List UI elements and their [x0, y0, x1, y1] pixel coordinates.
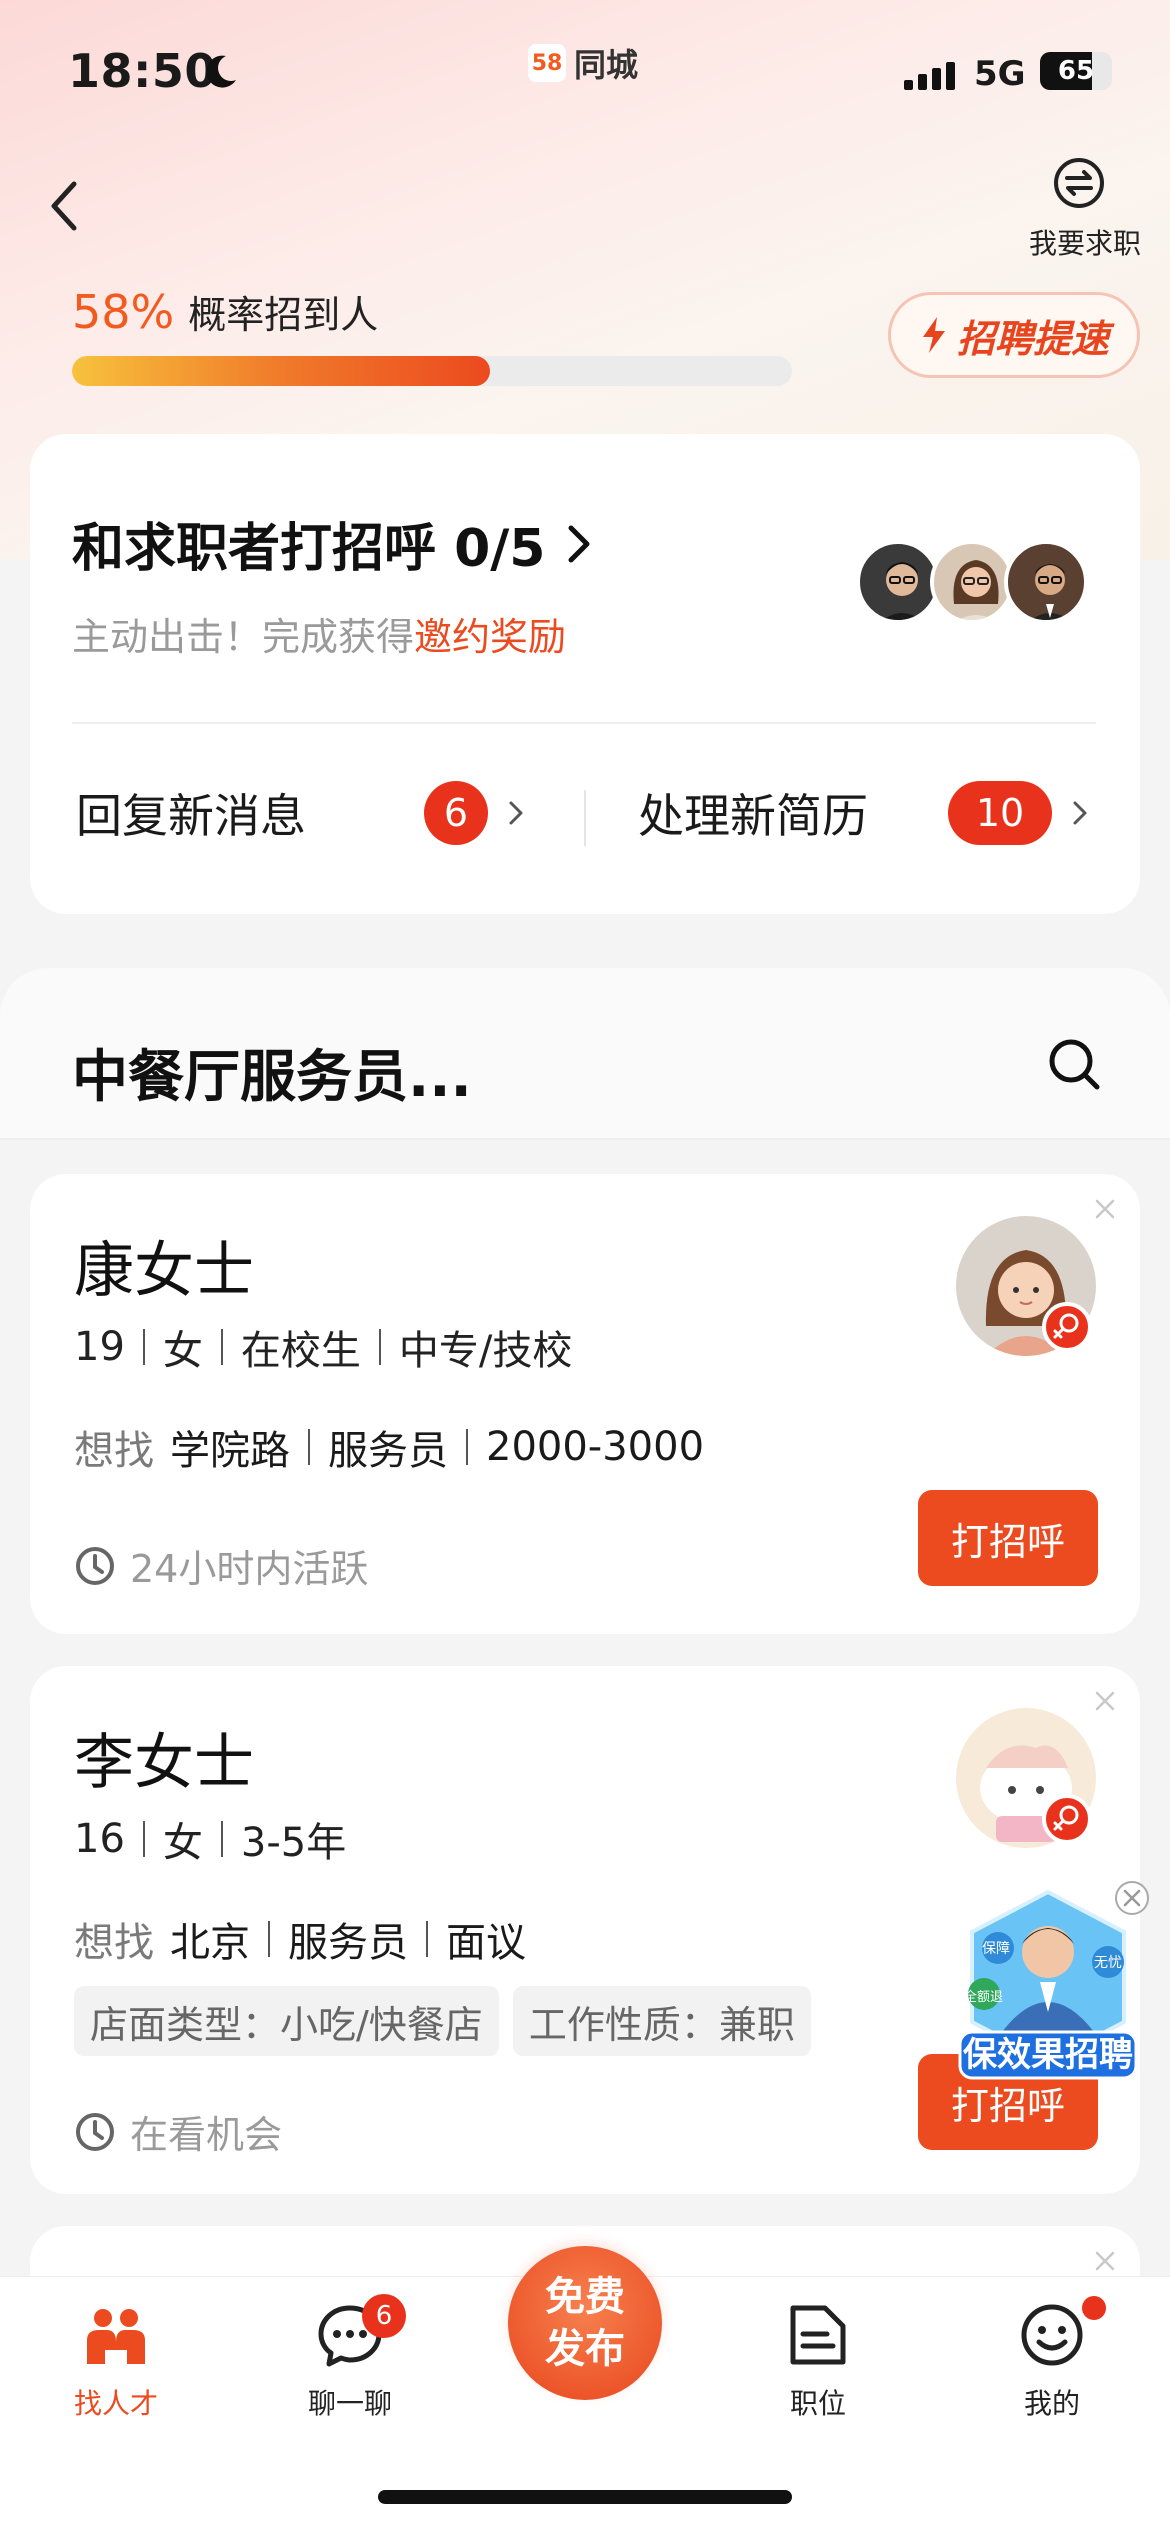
greet-task-subtitle: 主动出击！完成获得邀约奖励: [72, 615, 567, 659]
probability-progress-bar: [72, 356, 792, 386]
close-icon[interactable]: [1112, 1878, 1152, 1918]
female-icon: [1042, 1302, 1092, 1352]
publish-line-1: 免费: [545, 2274, 625, 2320]
battery-level: 65: [1057, 56, 1095, 86]
avatar: [856, 540, 940, 624]
notification-dot: [1082, 2296, 1106, 2320]
tab-find-talent[interactable]: 找人才: [36, 2300, 196, 2422]
new-resumes-label: 处理新简历: [638, 789, 868, 843]
close-icon[interactable]: [1094, 2250, 1116, 2272]
status-time: 18:50: [68, 44, 217, 98]
switch-role-label[interactable]: 我要求职: [1010, 222, 1160, 262]
reward-highlight: 邀约奖励: [414, 615, 567, 659]
chat-unread-badge: 6: [362, 2294, 406, 2338]
candidate-name: 李女士: [74, 1728, 254, 1798]
home-indicator: [378, 2490, 792, 2504]
back-icon[interactable]: [44, 176, 84, 236]
clock-icon: [76, 1546, 114, 1585]
chevron-right-icon: [568, 525, 590, 562]
hire-probability: 58% 概率招到人: [72, 284, 378, 339]
female-icon: [1042, 1794, 1092, 1844]
signal-icon: [904, 62, 955, 90]
network-type: 5G: [974, 54, 1026, 94]
brand: 58 同城: [528, 40, 638, 86]
greet-task-link[interactable]: 和求职者打招呼 0/5: [72, 506, 593, 581]
switch-role-icon[interactable]: [1052, 156, 1106, 210]
new-resumes-link[interactable]: 处理新简历 10: [638, 780, 1090, 846]
candidate-activity: 24小时内活跃: [74, 1538, 368, 1593]
brand-name: 同城: [574, 46, 639, 84]
tag: 工作性质：兼职: [512, 1986, 811, 2056]
avatar: [930, 540, 1014, 624]
speed-up-button[interactable]: 招聘提速: [888, 292, 1140, 378]
tab-profile[interactable]: 我的: [972, 2300, 1132, 2422]
close-icon[interactable]: [1094, 1690, 1116, 1712]
search-icon[interactable]: [1046, 1036, 1102, 1092]
greet-button[interactable]: 打招呼: [918, 1490, 1098, 1586]
close-icon[interactable]: [1094, 1198, 1116, 1220]
jobseeker-avatars: [856, 540, 1096, 624]
battery-icon: 65: [1040, 52, 1112, 90]
tab-label: 聊一聊: [307, 2387, 392, 2420]
tab-positions[interactable]: 职位: [738, 2300, 898, 2422]
row-separator: [584, 790, 586, 846]
lightning-icon: [922, 317, 945, 353]
clock-icon: [76, 2112, 114, 2151]
reply-messages-link[interactable]: 回复新消息 6: [76, 780, 526, 846]
people-icon: [87, 2309, 145, 2364]
free-publish-button[interactable]: 免费 发布: [508, 2246, 662, 2400]
candidate-tags: 店面类型：小吃/快餐店 工作性质：兼职: [74, 1986, 811, 2056]
candidate-preference: 想找 学院路 服务员 2000-3000: [74, 1424, 705, 1474]
probability-progress-fill: [72, 356, 490, 386]
chevron-right-icon: [509, 801, 523, 825]
publish-line-2: 发布: [545, 2326, 625, 2372]
candidate-preference: 想找 北京 服务员 面议: [74, 1920, 526, 1966]
probability-percent: 58%: [72, 285, 175, 339]
card-divider: [72, 722, 1096, 724]
tab-label: 找人才: [73, 2387, 158, 2420]
document-icon: [790, 2305, 846, 2365]
probability-label: 概率招到人: [188, 293, 379, 337]
resume-count-badge: 10: [948, 781, 1052, 845]
smile-icon: [1021, 2304, 1083, 2366]
reply-messages-label: 回复新消息: [76, 789, 306, 843]
avatar: [1004, 540, 1088, 624]
candidate-name: 康女士: [74, 1236, 254, 1306]
reply-count-badge: 6: [424, 781, 488, 845]
tag: 店面类型：小吃/快餐店: [74, 1986, 499, 2056]
candidate-meta: 16 女 3-5年: [74, 1816, 347, 1866]
tab-label: 我的: [1023, 2387, 1080, 2420]
tab-label: 职位: [789, 2387, 846, 2420]
job-selector[interactable]: 中餐厅服务员...: [72, 1032, 472, 1113]
candidate-activity: 在看机会: [74, 2104, 282, 2159]
promo-label: 保效果招聘: [963, 2035, 1133, 2075]
greet-task-title: 和求职者打招呼 0/5: [72, 519, 546, 579]
brand-logo: 58: [528, 44, 566, 82]
moon-icon: [206, 55, 236, 88]
tab-chat[interactable]: 聊一聊: [270, 2300, 430, 2422]
candidate-meta: 19 女 在校生 中专/技校: [74, 1324, 573, 1374]
speed-up-label: 招聘提速: [956, 316, 1109, 361]
chevron-right-icon: [1073, 801, 1087, 825]
